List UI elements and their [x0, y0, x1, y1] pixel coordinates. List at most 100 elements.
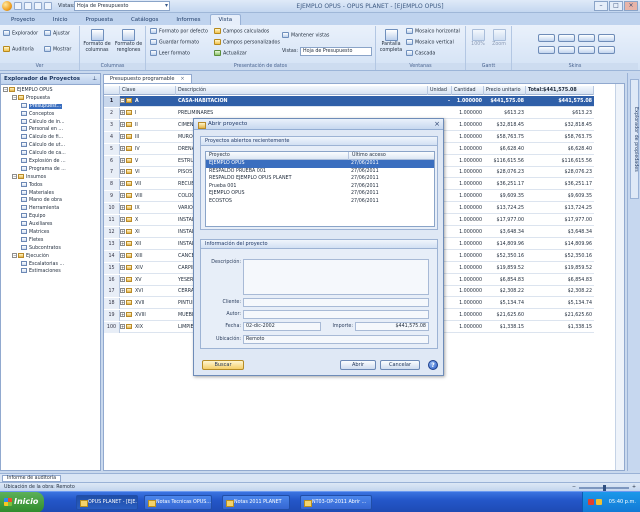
- cell-precio-unitario[interactable]: $5,134.74: [484, 298, 526, 309]
- cancelar-button[interactable]: Cancelar: [380, 360, 420, 370]
- cell-total[interactable]: $58,763.75: [526, 132, 594, 143]
- new-icon[interactable]: [14, 2, 22, 10]
- tree-item[interactable]: Mano de obra: [1, 197, 100, 205]
- row-number[interactable]: 14: [104, 250, 120, 262]
- cell-cantidad[interactable]: 1.000000: [452, 310, 484, 321]
- zoom-slider[interactable]: [578, 484, 629, 491]
- header-descripcion[interactable]: Descripción: [176, 86, 428, 95]
- row-number[interactable]: 11: [104, 215, 120, 226]
- cell-precio-unitario[interactable]: $28,076.23: [484, 167, 526, 178]
- row-number[interactable]: 100: [104, 322, 120, 334]
- cell-clave[interactable]: + IX: [120, 203, 176, 214]
- skin-option-4[interactable]: [598, 34, 615, 42]
- cell-total[interactable]: $14,809.96: [526, 239, 594, 250]
- cell-clave[interactable]: + II: [120, 120, 176, 131]
- expand-toggle-icon[interactable]: +: [120, 145, 125, 151]
- campos-personalizados-button[interactable]: Campos personalizados: [214, 39, 280, 47]
- tree-item[interactable]: Auxiliares: [1, 221, 100, 229]
- row-number[interactable]: 6: [104, 155, 120, 167]
- cell-cantidad[interactable]: 1.000000: [452, 167, 484, 178]
- taskbar-item-notas-2011[interactable]: Notas 2011 PLANET: [222, 495, 290, 510]
- expand-toggle-icon[interactable]: +: [120, 193, 125, 199]
- cell-cantidad[interactable]: 1.000000: [452, 179, 484, 190]
- skin-option-6[interactable]: [558, 46, 575, 54]
- auditoria-button[interactable]: Auditoría: [3, 46, 34, 54]
- expand-toggle-icon[interactable]: +: [120, 181, 125, 187]
- recent-project-row[interactable]: ECOSTOS 27/06/2011: [206, 198, 434, 206]
- cell-unidad[interactable]: -: [428, 96, 452, 107]
- zoom-button[interactable]: Zoom: [489, 29, 509, 48]
- cell-precio-unitario[interactable]: $21,625.60: [484, 310, 526, 321]
- tree-item[interactable]: Subcontratos: [1, 244, 100, 253]
- abrir-button[interactable]: Abrir: [340, 360, 376, 370]
- descripcion-field[interactable]: [243, 259, 429, 295]
- header-total[interactable]: Total:$441,575.08: [526, 86, 594, 95]
- expand-toggle-icon[interactable]: +: [120, 312, 125, 318]
- actualizar-button[interactable]: Actualizar: [214, 50, 247, 58]
- cell-precio-unitario[interactable]: $14,809.96: [484, 239, 526, 250]
- expand-toggle-icon[interactable]: +: [120, 264, 125, 270]
- col-proyecto[interactable]: Proyecto: [209, 152, 230, 160]
- cell-precio-unitario[interactable]: $32,818.45: [484, 120, 526, 131]
- row-number[interactable]: 8: [104, 179, 120, 191]
- tree-item[interactable]: Cálculo de ca...: [1, 150, 100, 158]
- tree-item[interactable]: Conceptos: [1, 110, 100, 119]
- collapse-toggle-icon[interactable]: −: [12, 173, 17, 179]
- cell-precio-unitario[interactable]: $19,859.52: [484, 263, 526, 274]
- cell-cantidad[interactable]: 1.000000: [452, 191, 484, 202]
- cell-precio-unitario[interactable]: $116,615.56: [484, 156, 526, 167]
- cell-total[interactable]: $36,251.17: [526, 179, 594, 190]
- taskbar-item-nt03[interactable]: NT03-OP-2011 Abrir ...: [300, 495, 372, 510]
- start-button[interactable]: Inicio: [0, 492, 44, 512]
- cell-precio-unitario[interactable]: $2,308.22: [484, 286, 526, 297]
- pin-icon[interactable]: ⊥: [92, 74, 97, 85]
- tree-item[interactable]: Cálculo de in...: [1, 118, 100, 127]
- tree-item[interactable]: Estimaciones: [1, 268, 100, 276]
- cell-clave[interactable]: + XVIII: [120, 310, 176, 321]
- cell-cantidad[interactable]: 1.000000: [452, 120, 484, 131]
- cell-precio-unitario[interactable]: $6,854.83: [484, 275, 526, 286]
- leer-formato-button[interactable]: Leer formato: [150, 50, 190, 58]
- cell-clave[interactable]: + XV: [120, 275, 176, 286]
- cell-clave[interactable]: + XVI: [120, 286, 176, 297]
- guardar-formato-button[interactable]: Guardar formato: [150, 39, 199, 47]
- header-cantidad[interactable]: Cantidad: [452, 86, 484, 95]
- tree-item[interactable]: − Ejecución: [1, 252, 100, 261]
- cell-clave[interactable]: + XIX: [120, 322, 176, 333]
- cell-clave[interactable]: + VIII: [120, 191, 176, 202]
- cell-cantidad[interactable]: 1.000000: [452, 275, 484, 286]
- recent-project-row[interactable]: RESPALDO EJEMPLO OPUS PLANET 27/06/2011: [206, 175, 434, 183]
- cell-cantidad[interactable]: 1.000000: [452, 227, 484, 238]
- header-unidad[interactable]: Unidad: [428, 86, 452, 95]
- minimize-icon[interactable]: –: [594, 1, 608, 11]
- cell-clave[interactable]: + V: [120, 156, 176, 167]
- undo-icon[interactable]: [44, 2, 52, 10]
- cell-total[interactable]: $5,134.74: [526, 298, 594, 309]
- cell-clave[interactable]: + XIII: [120, 251, 176, 262]
- expand-toggle-icon[interactable]: +: [120, 324, 125, 330]
- cell-precio-unitario[interactable]: $613.23: [484, 108, 526, 119]
- cell-clave[interactable]: + I: [120, 108, 176, 119]
- cell-cantidad[interactable]: 1.000000: [452, 239, 484, 250]
- expand-toggle-icon[interactable]: +: [120, 240, 125, 246]
- cell-total[interactable]: $52,350.16: [526, 251, 594, 262]
- cell-total[interactable]: $6,628.40: [526, 144, 594, 155]
- maximize-icon[interactable]: □: [609, 1, 623, 11]
- tree-item[interactable]: Matrices: [1, 229, 100, 237]
- cell-precio-unitario[interactable]: $17,977.00: [484, 215, 526, 226]
- importe-field[interactable]: $441,575.08: [355, 322, 429, 331]
- close-tab-icon[interactable]: ×: [180, 76, 184, 82]
- dialog-close-icon[interactable]: ×: [434, 120, 440, 128]
- cell-total[interactable]: $9,609.35: [526, 191, 594, 202]
- skin-option-1[interactable]: [538, 34, 555, 42]
- recent-project-row[interactable]: RESPALDO PRUEBA 001 27/06/2011: [206, 168, 434, 176]
- taskbar-item-opus[interactable]: OPUS PLANET - [EJE...: [76, 495, 138, 510]
- mosaico-horizontal-button[interactable]: Mosaico horizontal: [406, 28, 460, 36]
- collapse-toggle-icon[interactable]: −: [3, 87, 8, 92]
- cell-precio-unitario[interactable]: $9,609.35: [484, 191, 526, 202]
- cell-total[interactable]: $441,575.08: [526, 96, 594, 107]
- expand-toggle-icon[interactable]: +: [120, 109, 125, 115]
- open-icon[interactable]: [24, 2, 32, 10]
- cell-cantidad[interactable]: 1.000000: [452, 203, 484, 214]
- cell-cantidad[interactable]: 1.000000: [452, 286, 484, 297]
